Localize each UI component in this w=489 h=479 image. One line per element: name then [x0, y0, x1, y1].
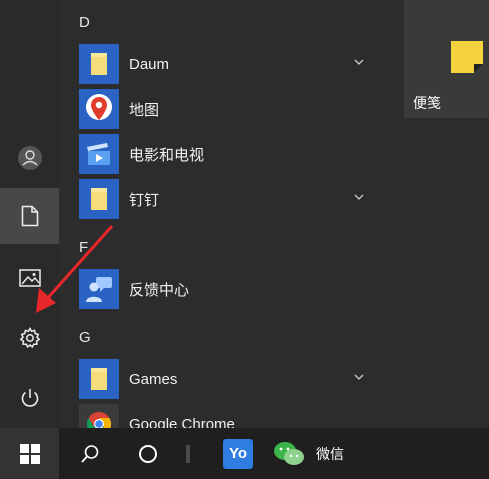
folder-icon [91, 53, 107, 75]
folder-tile [79, 179, 119, 219]
map-pin-icon [86, 94, 112, 120]
group-header-f[interactable]: F [79, 239, 88, 256]
app-dingtalk[interactable]: 钉钉 [79, 179, 379, 219]
app-name: 电影和电视 [129, 146, 205, 164]
wechat-label: 微信 [316, 445, 344, 462]
film-icon [87, 143, 110, 165]
folder-tile [79, 44, 119, 84]
chevron-down-icon[interactable] [353, 191, 365, 203]
folder-icon [91, 368, 107, 390]
power-icon [21, 389, 38, 407]
start-menu: D Daum 地图 电影和电视 钉钉 F 反馈中心 G Games Google… [0, 0, 489, 428]
taskbar-app-yo[interactable]: Yo [218, 428, 258, 479]
app-name: Games [129, 370, 178, 388]
settings-button[interactable] [0, 310, 59, 366]
map-tile [79, 89, 119, 129]
folder-icon [91, 188, 107, 210]
cortana-button[interactable] [126, 428, 170, 479]
group-header-d[interactable]: D [79, 14, 90, 31]
app-feedback-hub[interactable]: 反馈中心 [79, 269, 379, 309]
documents-button[interactable] [0, 188, 59, 244]
app-google-chrome[interactable]: Google Chrome [79, 404, 379, 428]
pictures-button[interactable] [0, 250, 59, 306]
folder-tile [79, 359, 119, 399]
feedback-icon [86, 277, 112, 302]
tiles-area: 便笺 [390, 0, 489, 428]
document-icon [21, 205, 38, 227]
start-left-rail [0, 0, 59, 428]
app-name: Google Chrome [129, 415, 235, 429]
taskbar: Yo 微信 [0, 428, 489, 479]
yo-app-icon: Yo [223, 438, 253, 469]
search-button[interactable] [68, 428, 112, 479]
chevron-down-icon[interactable] [353, 371, 365, 383]
app-map[interactable]: 地图 [79, 89, 379, 129]
tile-label: 便笺 [413, 95, 441, 111]
sticky-note-icon [451, 41, 483, 73]
user-icon [17, 146, 42, 170]
group-header-g[interactable]: G [79, 329, 91, 346]
app-movies-tv[interactable]: 电影和电视 [79, 134, 379, 174]
sticky-notes-tile[interactable]: 便笺 [404, 0, 489, 118]
picture-icon [18, 269, 41, 287]
windows-logo-icon [19, 443, 40, 464]
grip-icon [186, 444, 190, 463]
app-name: Daum [129, 55, 170, 73]
app-name: 反馈中心 [129, 281, 190, 299]
app-list: D Daum 地图 电影和电视 钉钉 F 反馈中心 G Games Google… [59, 0, 390, 428]
user-account-button[interactable] [0, 130, 59, 186]
gear-icon [19, 327, 40, 349]
chrome-icon [87, 412, 111, 428]
power-button[interactable] [0, 370, 59, 426]
chevron-down-icon[interactable] [353, 56, 365, 68]
start-button[interactable] [0, 428, 59, 479]
wechat-icon [274, 441, 304, 465]
movies-tile [79, 134, 119, 174]
app-daum[interactable]: Daum [79, 44, 379, 84]
taskbar-app-wechat[interactable]: 微信 [272, 428, 352, 479]
chrome-tile [79, 404, 119, 428]
app-name: 地图 [129, 101, 160, 119]
search-icon [81, 444, 99, 463]
app-games[interactable]: Games [79, 359, 379, 399]
cortana-circle-icon [139, 444, 157, 463]
app-name: 钉钉 [129, 191, 160, 209]
taskbar-separator [182, 428, 194, 479]
feedback-tile [79, 269, 119, 309]
